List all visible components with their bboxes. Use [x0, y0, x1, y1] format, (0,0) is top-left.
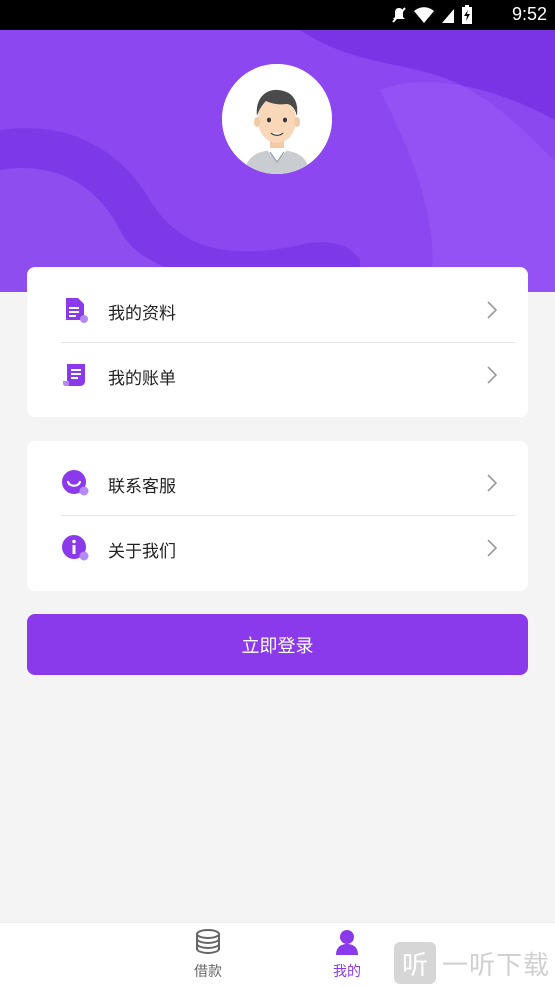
tab-label: 借款: [194, 964, 222, 980]
watermark-logo: 听: [394, 942, 436, 984]
tab-label: 我的: [333, 964, 361, 980]
customer-service-icon: [62, 470, 89, 496]
menu-item-customer-service[interactable]: 联系客服: [27, 451, 528, 515]
status-time: 9:52: [511, 4, 547, 24]
watermark-text: 一听下载: [442, 950, 551, 981]
document-icon: [66, 298, 88, 323]
avatar[interactable]: [222, 64, 332, 174]
chevron-right-icon: [487, 474, 498, 492]
menu-item-label: 关于我们: [108, 542, 176, 562]
login-button[interactable]: 立即登录: [27, 614, 528, 675]
menu-item-my-profile[interactable]: 我的资料: [27, 278, 528, 342]
tab-mine[interactable]: 我的: [317, 929, 377, 981]
menu-item-label: 联系客服: [108, 477, 176, 497]
status-icons: [391, 5, 473, 25]
chevron-right-icon: [487, 301, 498, 319]
info-icon: [62, 535, 89, 561]
menu-item-my-bill[interactable]: 我的账单: [27, 343, 528, 407]
menu-item-label: 我的账单: [108, 369, 176, 389]
battery-charging-icon: [462, 5, 472, 24]
signal-icon: [442, 9, 454, 23]
coins-icon: [196, 929, 220, 955]
bill-icon: [63, 364, 85, 386]
mute-icon: [392, 7, 406, 23]
person-icon: [336, 930, 358, 955]
chevron-right-icon: [487, 539, 498, 557]
menu-item-label: 我的资料: [108, 304, 176, 324]
menu-item-about-us[interactable]: 关于我们: [27, 516, 528, 580]
menu-card-support: 联系客服 关于我们: [27, 441, 528, 591]
watermark: 听 一听下载: [394, 942, 550, 984]
menu-card-account: 我的资料 我的账单: [27, 267, 528, 417]
status-bar: 9:52: [0, 0, 555, 30]
user-avatar-icon: [222, 64, 332, 174]
tab-loan[interactable]: 借款: [178, 929, 238, 981]
chevron-right-icon: [487, 366, 498, 384]
wifi-icon: [414, 7, 434, 23]
